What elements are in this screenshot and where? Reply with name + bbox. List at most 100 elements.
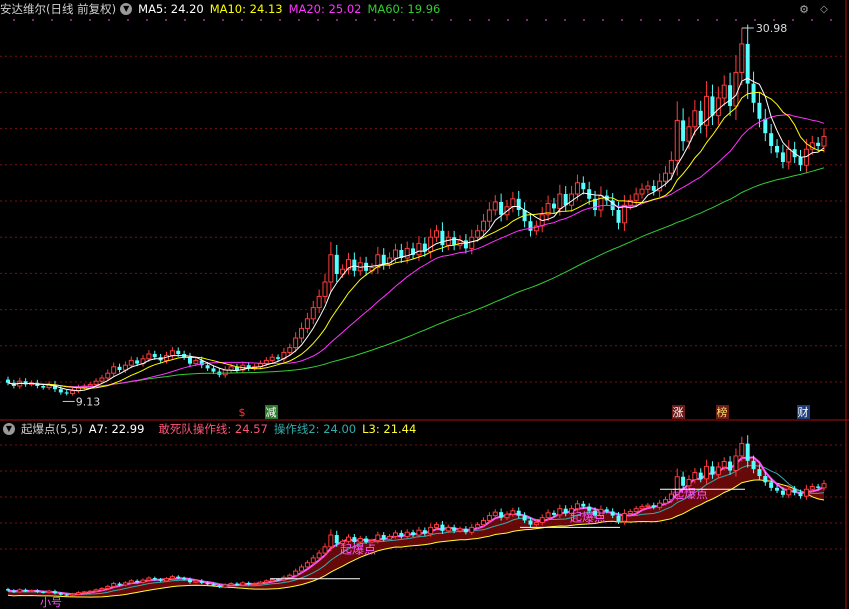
sub-candle-up	[627, 510, 633, 515]
sub-candle-down	[769, 482, 774, 488]
main-candle-down	[6, 379, 10, 383]
sub-candle-up	[434, 524, 440, 528]
sub-candle-up	[122, 582, 128, 586]
sub-candle-up	[510, 510, 516, 515]
main-candle-up	[715, 97, 721, 117]
sub-candle-up	[721, 461, 727, 468]
sub-candle-down	[775, 487, 780, 491]
main-candle-up	[469, 236, 475, 249]
main-candle-down	[528, 221, 533, 231]
ma10-label: MA10: 24.13	[209, 2, 283, 16]
sub-candle-up	[416, 529, 422, 536]
sub-candle-up	[345, 536, 351, 542]
sub-candle-up	[322, 546, 328, 554]
sub-candle-up	[786, 488, 792, 496]
sub-candle-down	[698, 472, 703, 479]
sub-candle-up	[75, 592, 81, 595]
chevron-down-icon[interactable]: ▼	[3, 423, 15, 435]
sub-candle-up	[633, 508, 639, 512]
grid-dot	[697, 19, 699, 21]
gear-icon[interactable]: ⚙	[798, 4, 810, 16]
main-candle-down	[616, 210, 621, 223]
sub-candle-down	[757, 469, 762, 477]
sub-candle-up	[105, 585, 111, 589]
sub-candle-up	[504, 513, 510, 519]
main-candle-up	[392, 249, 398, 259]
main-candle-down	[798, 157, 803, 166]
sub-candle-up	[621, 513, 627, 522]
sub-candle-down	[681, 476, 686, 486]
qibaodian-annotation: 起爆点	[340, 543, 376, 557]
sub-candle-up	[304, 562, 310, 568]
grid-dot	[89, 19, 91, 21]
main-candle-down	[117, 366, 122, 370]
main-candle-down	[452, 237, 457, 246]
sub-candle-down	[199, 580, 204, 583]
main-header: 安达维尔(日线 前复权) ▼ MA5: 24.20 MA10: 24.13 MA…	[0, 0, 446, 18]
sub-candle-up	[445, 526, 451, 532]
sub-candle-down	[135, 580, 140, 583]
main-candle-down	[440, 230, 445, 246]
sub-candle-up	[328, 534, 334, 548]
grid-dot	[108, 19, 110, 21]
sub-candle-down	[651, 505, 656, 508]
main-candle-up	[481, 220, 487, 232]
sub-candle-up	[809, 485, 815, 490]
sub-candle-down	[211, 584, 216, 586]
main-candle-up	[821, 135, 827, 147]
main-candle-down	[58, 389, 63, 393]
ma60-label: MA60: 19.96	[367, 2, 441, 16]
grid-dot	[583, 19, 585, 21]
grid-dot	[773, 19, 775, 21]
sub-candle-up	[428, 526, 434, 535]
chevron-down-icon[interactable]: ▼	[120, 3, 133, 15]
sub-candle-up	[733, 455, 739, 472]
sub-candle-up	[46, 590, 52, 594]
main-candle-up	[686, 126, 692, 142]
l3-label: L3: 21.44	[362, 422, 417, 436]
sub-candle-down	[381, 535, 386, 540]
event-marker: 财	[798, 405, 809, 419]
main-candle-up	[222, 369, 228, 376]
grid-dot	[70, 19, 72, 21]
grid-dot	[716, 19, 718, 21]
main-candle-up	[304, 318, 310, 329]
main-candle-down	[187, 357, 192, 364]
grid-dot	[13, 19, 15, 21]
sub-candle-down	[816, 486, 821, 488]
main-candle-down	[64, 392, 69, 394]
sub-candle-up	[645, 504, 651, 508]
sub-candle-up	[257, 581, 263, 585]
grid-dot	[602, 19, 604, 21]
main-candle-up	[633, 193, 639, 201]
sub-candle-up	[686, 479, 692, 487]
main-candle-up	[639, 188, 645, 195]
grid-dot	[355, 19, 357, 21]
sub-candle-up	[287, 574, 293, 578]
sub-candle-up	[146, 577, 152, 581]
sub-candle-down	[364, 538, 369, 542]
sub-candle-down	[452, 527, 457, 531]
grid-dot	[203, 19, 205, 21]
event-marker: 涨	[673, 406, 684, 419]
main-candle-down	[211, 368, 216, 372]
sub-candle-up	[657, 502, 663, 508]
grid-dot	[678, 19, 680, 21]
sub-candle-down	[616, 515, 621, 522]
ma5-label: MA5: 24.20	[138, 2, 204, 16]
main-candle-up	[316, 295, 322, 309]
grid-dot	[754, 19, 756, 21]
sub-candle-up	[392, 532, 398, 537]
sub-candle-up	[222, 584, 228, 588]
sub-candle-down	[728, 461, 733, 471]
main-candle-up	[87, 383, 93, 387]
grid-dot	[564, 19, 566, 21]
main-candle-up	[645, 185, 651, 190]
grid-dot	[488, 19, 490, 21]
high-label: 30.98	[756, 22, 788, 35]
sub-candle-down	[710, 466, 715, 475]
sub-candle-up	[739, 443, 745, 457]
sub-candle-up	[475, 524, 481, 528]
main-candle-up	[662, 172, 668, 182]
expand-icon[interactable]: ◇	[818, 4, 830, 16]
